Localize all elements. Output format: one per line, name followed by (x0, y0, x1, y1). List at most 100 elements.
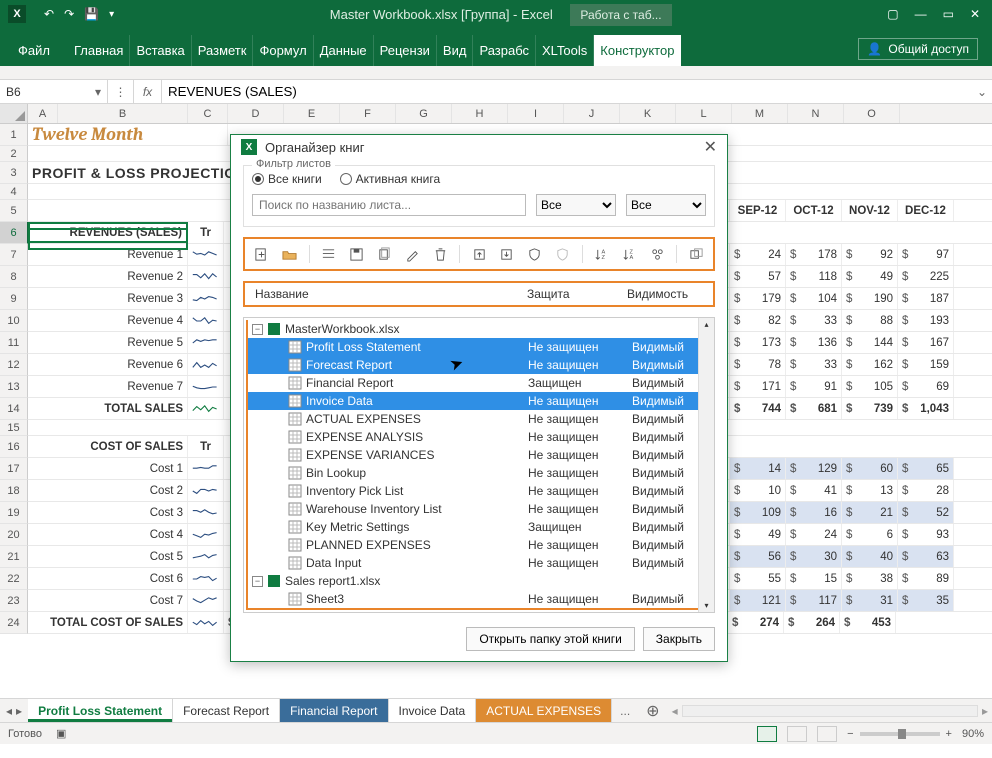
data-cell[interactable]: $14 (730, 458, 786, 479)
data-cell[interactable]: $24 (786, 524, 842, 545)
data-cell[interactable]: $129 (786, 458, 842, 479)
row-header[interactable]: 20 (0, 524, 28, 546)
close-icon[interactable]: ✕ (970, 7, 980, 21)
ribbon-tab-формул[interactable]: Формул (253, 35, 313, 66)
data-cell[interactable]: $162 (842, 354, 898, 375)
data-cell[interactable]: $225 (898, 266, 954, 287)
data-cell[interactable]: $117 (786, 590, 842, 611)
data-cell[interactable]: $1,043 (898, 398, 954, 419)
zoom-in-icon[interactable]: + (946, 728, 952, 740)
ribbon-tab-вставка[interactable]: Вставка (130, 35, 191, 66)
data-cell[interactable]: $118 (786, 266, 842, 287)
sheet-tab[interactable]: Profit Loss Statement (28, 699, 173, 722)
sheet-tab[interactable]: ACTUAL EXPENSES (476, 699, 612, 722)
unprotect-icon[interactable] (552, 243, 574, 265)
row-header[interactable]: 15 (0, 420, 28, 436)
data-cell[interactable]: $178 (786, 244, 842, 265)
horizontal-scrollbar[interactable]: ◂▸ (668, 699, 992, 722)
data-cell[interactable]: $121 (730, 590, 786, 611)
dialog-close-button[interactable]: ✕ (704, 137, 717, 157)
data-cell[interactable]: $193 (898, 310, 954, 331)
col-header-name[interactable]: Название (251, 287, 527, 301)
data-cell[interactable]: $33 (786, 354, 842, 375)
data-cell[interactable]: $78 (730, 354, 786, 375)
data-cell[interactable]: $49 (730, 524, 786, 545)
view-page-break-icon[interactable] (817, 726, 837, 742)
data-cell[interactable]: $69 (898, 376, 954, 397)
group-icon[interactable] (646, 243, 668, 265)
tree-sheet-row[interactable]: Invoice Data Не защищенВидимый (248, 392, 712, 410)
tree-sheet-row[interactable]: EXPENSE ANALYSIS Не защищенВидимый (248, 428, 712, 446)
qat-save-icon[interactable]: 💾 (84, 7, 99, 21)
data-cell[interactable]: $179 (730, 288, 786, 309)
new-sheet-icon[interactable] (251, 243, 273, 265)
ribbon-tab-разметк[interactable]: Разметк (192, 35, 254, 66)
data-cell[interactable]: $190 (842, 288, 898, 309)
data-cell[interactable]: $15 (786, 568, 842, 589)
data-cell[interactable]: $105 (842, 376, 898, 397)
tab-nav-prev-icon[interactable]: ◂ (6, 704, 12, 718)
data-cell[interactable]: $171 (730, 376, 786, 397)
row-header[interactable]: 22 (0, 568, 28, 590)
column-header[interactable]: A (28, 104, 58, 123)
sort-za-icon[interactable]: ZA (619, 243, 641, 265)
move-up-icon[interactable] (468, 243, 490, 265)
sheet-tab[interactable]: Financial Report (280, 699, 388, 722)
column-header[interactable]: L (676, 104, 732, 123)
row-header[interactable]: 1 (0, 124, 28, 146)
sheet-tabs-more-button[interactable]: ... (612, 699, 638, 722)
column-header[interactable]: I (508, 104, 564, 123)
open-folder-icon[interactable] (279, 243, 301, 265)
minimize-icon[interactable]: — (915, 7, 927, 21)
column-header[interactable]: H (452, 104, 508, 123)
ribbon-tab-разрабс[interactable]: Разрабс (473, 35, 536, 66)
select-all-corner[interactable] (0, 104, 28, 124)
ribbon-tab-file[interactable]: Файл (18, 35, 68, 66)
data-cell[interactable]: $13 (842, 480, 898, 501)
data-cell[interactable]: $56 (730, 546, 786, 567)
tree-sheet-row[interactable]: Financial Report ЗащищенВидимый (248, 374, 712, 392)
data-cell[interactable]: $159 (898, 354, 954, 375)
scrollbar-vertical[interactable]: ▴▾ (698, 318, 714, 612)
column-header[interactable]: J (564, 104, 620, 123)
data-cell[interactable]: $92 (842, 244, 898, 265)
delete-icon[interactable] (429, 243, 451, 265)
data-cell[interactable]: $57 (730, 266, 786, 287)
filter-dropdown-1[interactable]: Все (536, 194, 616, 216)
qat-undo-icon[interactable]: ↶ (44, 7, 54, 21)
data-cell[interactable]: $93 (898, 524, 954, 545)
row-header[interactable]: 11 (0, 332, 28, 354)
radio-active-workbook[interactable]: Активная книга (340, 172, 440, 186)
row-header[interactable]: 13 (0, 376, 28, 398)
data-cell[interactable]: $91 (786, 376, 842, 397)
data-cell[interactable]: $173 (730, 332, 786, 353)
row-header[interactable]: 4 (0, 184, 28, 200)
data-cell[interactable]: $55 (730, 568, 786, 589)
rename-icon[interactable] (401, 243, 423, 265)
column-header[interactable]: C (188, 104, 228, 123)
tree-sheet-row[interactable]: ACTUAL EXPENSES Не защищенВидимый (248, 410, 712, 428)
row-header[interactable]: 3 (0, 162, 28, 184)
open-folder-button[interactable]: Открыть папку этой книги (466, 627, 634, 651)
tab-nav-next-icon[interactable]: ▸ (16, 704, 22, 718)
zoom-control[interactable]: − + (847, 728, 952, 740)
data-cell[interactable]: $33 (786, 310, 842, 331)
move-down-icon[interactable] (496, 243, 518, 265)
row-header[interactable]: 12 (0, 354, 28, 376)
data-cell[interactable]: $21 (842, 502, 898, 523)
row-header[interactable]: 8 (0, 266, 28, 288)
tree-sheet-row[interactable]: Data Input Не защищенВидимый (248, 554, 712, 572)
name-box-expand-icon[interactable]: ⋮ (108, 80, 134, 103)
data-cell[interactable]: $35 (898, 590, 954, 611)
name-box[interactable]: B6▾ (0, 80, 108, 103)
ribbon-tab-конструктор[interactable]: Конструктор (594, 35, 681, 66)
row-header[interactable]: 14 (0, 398, 28, 420)
data-cell[interactable]: $89 (898, 568, 954, 589)
macro-record-icon[interactable]: ▣ (56, 727, 66, 740)
radio-all-workbooks[interactable]: Все книги (252, 172, 322, 186)
row-header[interactable]: 5 (0, 200, 28, 222)
data-cell[interactable]: $739 (842, 398, 898, 419)
tree-sheet-row[interactable]: Bin Lookup Не защищенВидимый (248, 464, 712, 482)
row-header[interactable]: 17 (0, 458, 28, 480)
filter-dropdown-2[interactable]: Все (626, 194, 706, 216)
